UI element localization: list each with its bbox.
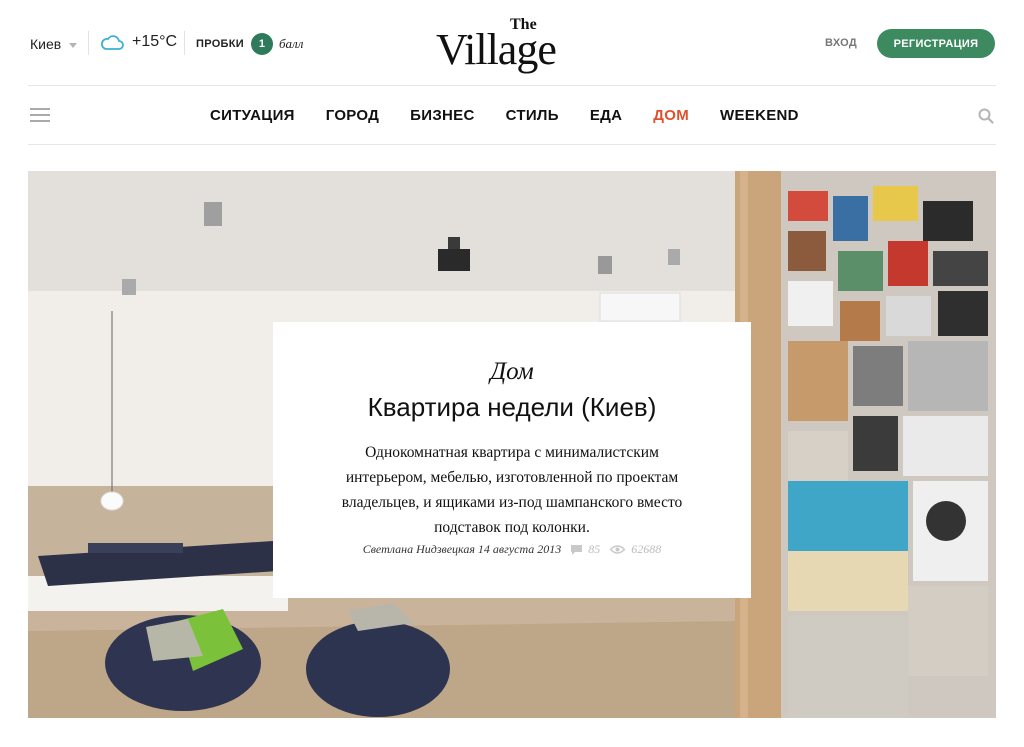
nav-item-food[interactable]: Еда (590, 107, 622, 124)
register-button[interactable]: Регистрация (877, 29, 995, 58)
search-icon[interactable] (978, 108, 994, 129)
nav-item-style[interactable]: Стиль (506, 107, 559, 124)
site-logo[interactable]: The Village (436, 14, 588, 76)
feature-rubric[interactable]: Дом (273, 358, 751, 386)
feature-author-date: Светлана Нидзвецкая 14 августа 2013 (362, 542, 562, 556)
feature-card[interactable]: Дом Квартира недели (Киев) Однокомнатная… (273, 322, 751, 598)
logo-village: Village (436, 25, 557, 74)
chevron-down-icon (69, 42, 78, 48)
city-selector[interactable]: Киев (30, 36, 78, 52)
traffic-unit: балл (278, 36, 304, 51)
feature-title[interactable]: Квартира недели (Киев) (273, 392, 751, 422)
weather-widget[interactable]: +15°C (100, 33, 177, 51)
nav-item-business[interactable]: Бизнес (410, 107, 474, 124)
nav-item-situation[interactable]: Ситуация (210, 107, 295, 124)
menu-icon[interactable] (30, 108, 50, 122)
comment-count[interactable]: 85 (588, 542, 600, 557)
traffic-score-badge: 1 (250, 33, 273, 55)
nav-item-home[interactable]: Дом (653, 107, 689, 124)
traffic-widget[interactable]: Пробки 1 балл (196, 33, 303, 55)
nav-item-city[interactable]: Город (326, 107, 379, 124)
traffic-label: Пробки (196, 38, 244, 50)
city-label: Киев (30, 36, 62, 52)
divider (184, 31, 185, 55)
nav-menu: Ситуация Город Бизнес Стиль Еда Дом Week… (210, 107, 799, 124)
login-link[interactable]: Вход (825, 37, 857, 49)
comment-icon (571, 544, 583, 555)
cloud-icon (101, 35, 124, 50)
eye-icon (610, 545, 626, 554)
view-count: 62688 (631, 542, 662, 556)
divider (88, 31, 89, 55)
top-bar: Киев +15°C Пробки 1 балл The Village Вхо… (28, 0, 996, 86)
nav-item-weekend[interactable]: Weekend (720, 107, 799, 124)
feature-hero[interactable]: Дом Квартира недели (Киев) Однокомнатная… (28, 171, 996, 718)
main-nav: Ситуация Город Бизнес Стиль Еда Дом Week… (28, 87, 996, 145)
feature-lead: Однокомнатная квартира с минималистским … (341, 444, 683, 536)
feature-meta: Светлана Нидзвецкая 14 августа 2013 85 6… (273, 542, 751, 557)
temperature: +15°C (132, 33, 178, 50)
